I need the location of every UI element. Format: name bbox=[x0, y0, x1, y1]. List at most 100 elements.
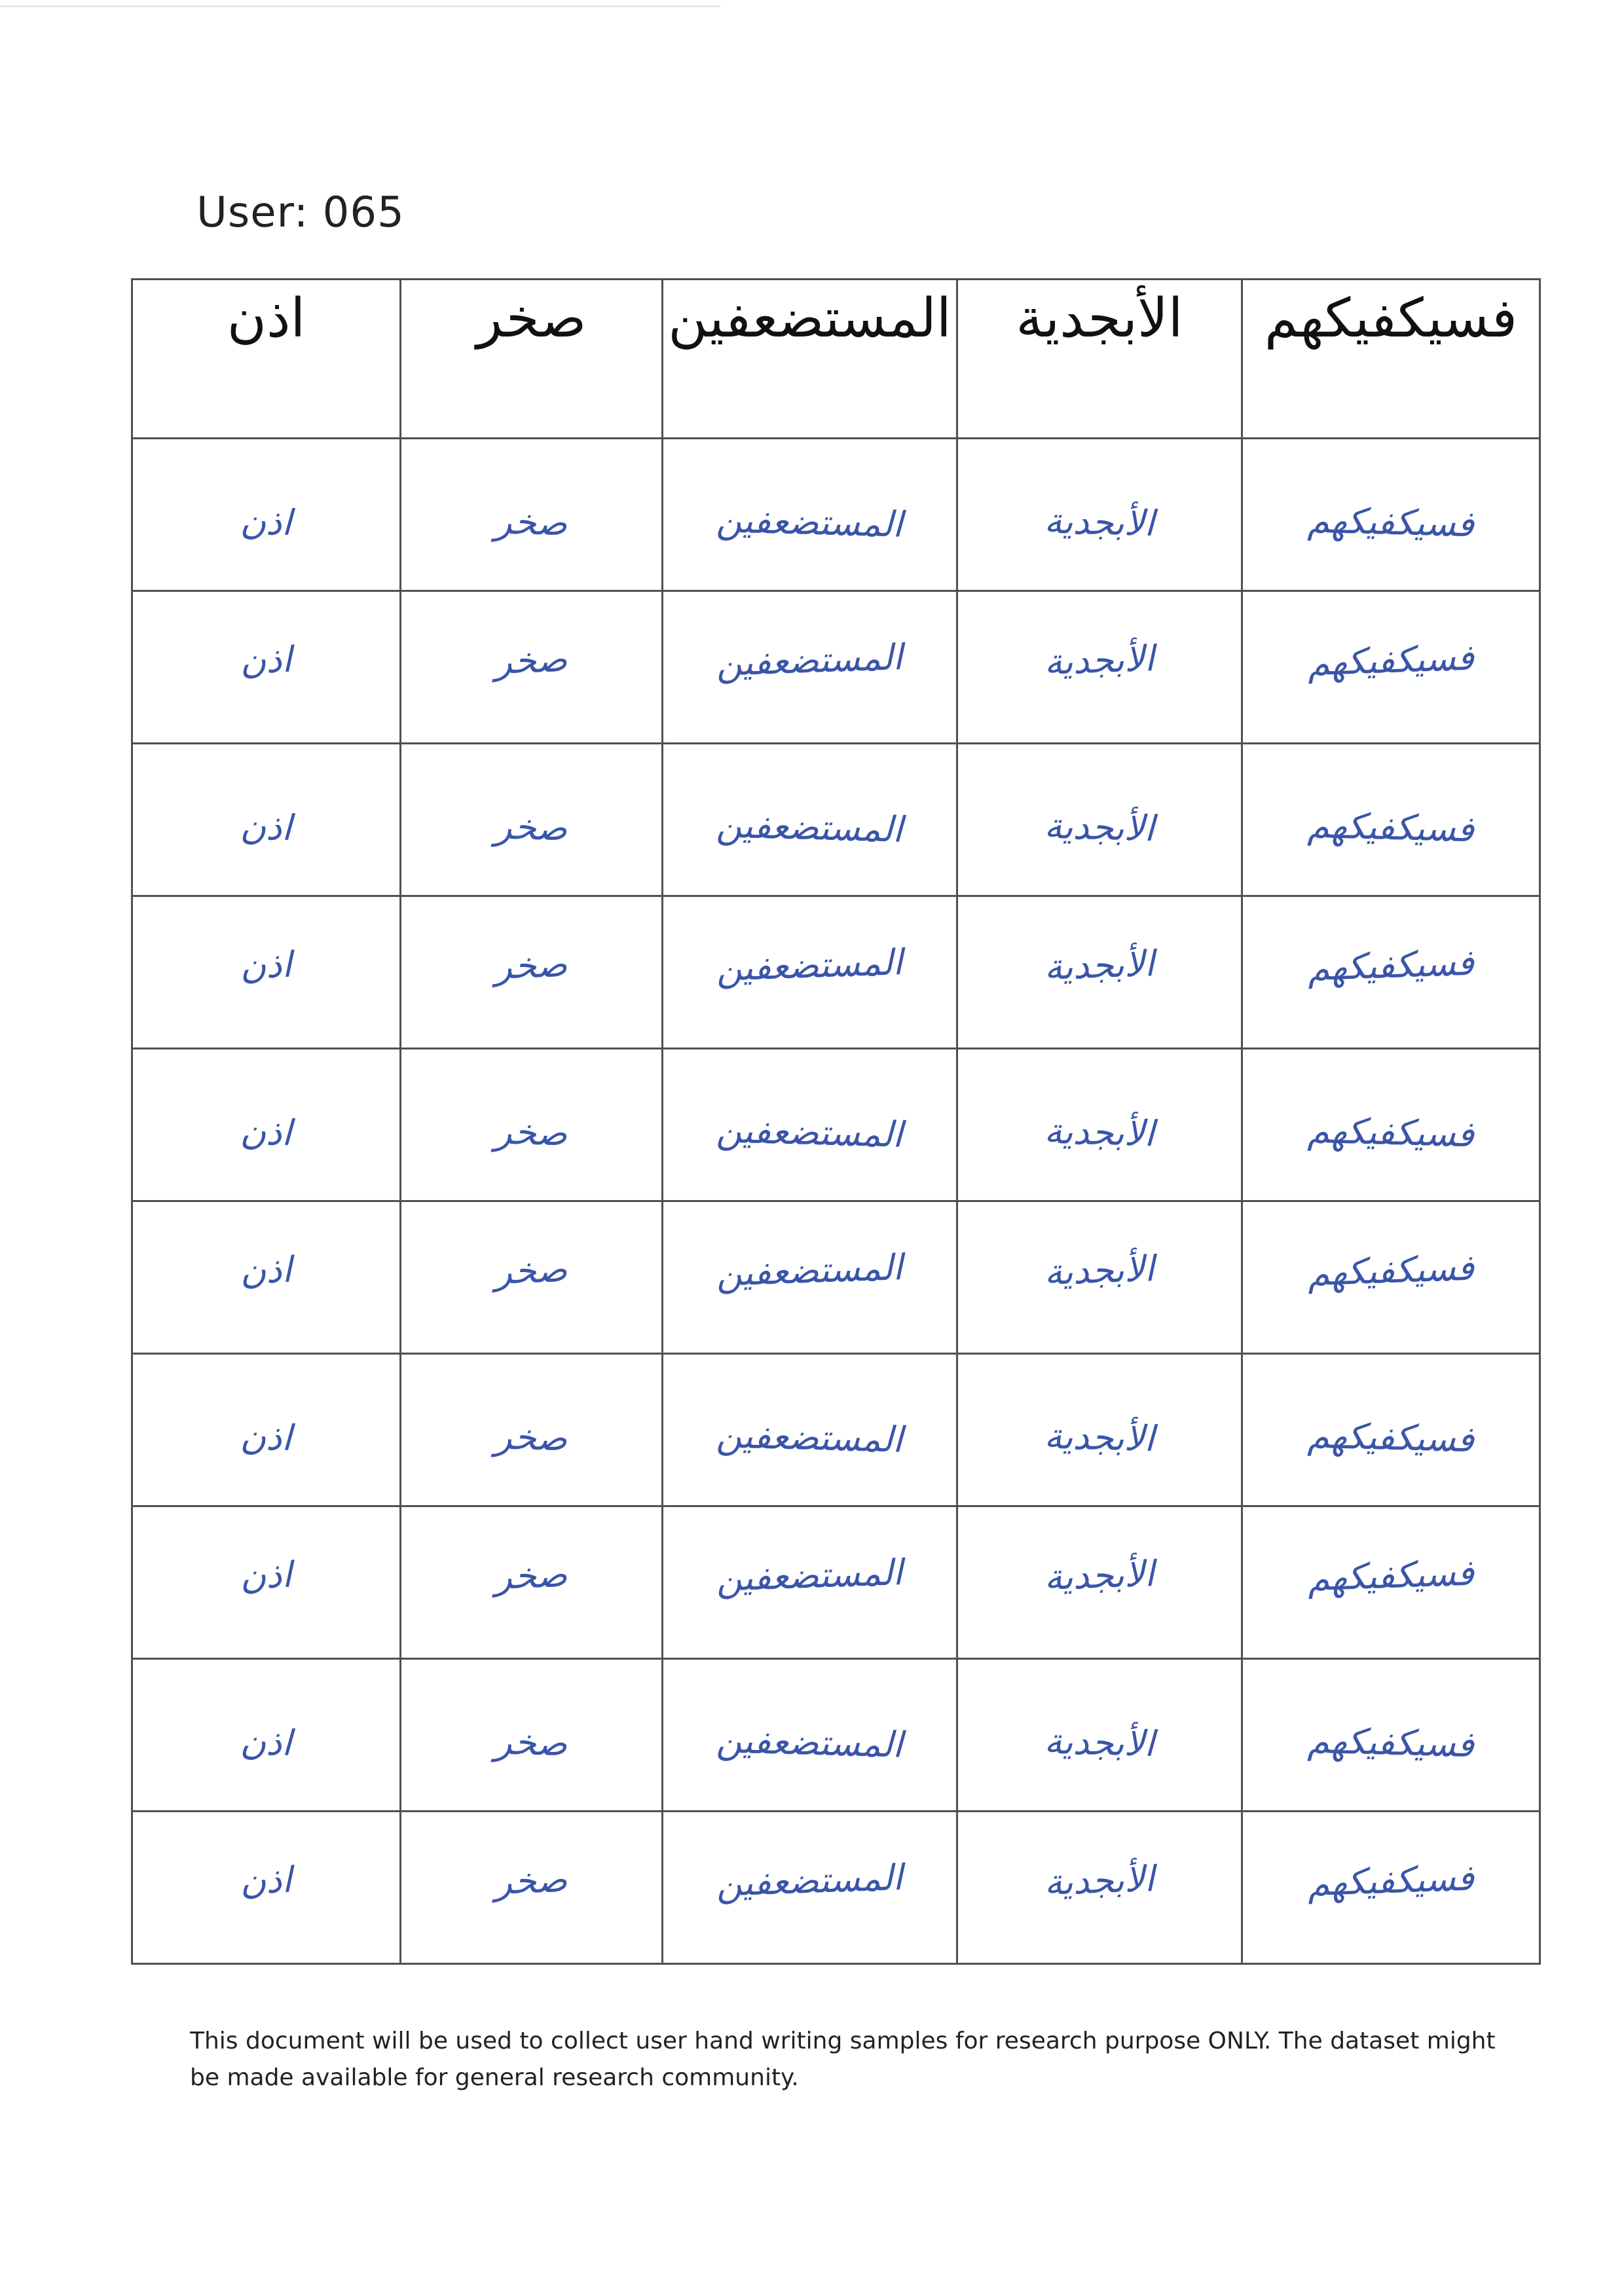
handwritten-word: المستضعفين bbox=[716, 803, 904, 850]
sample-cell: الأبجدية bbox=[956, 742, 1243, 897]
sample-cell: اذن bbox=[131, 895, 401, 1049]
sample-cell: صخر bbox=[399, 1658, 663, 1812]
handwritten-word: الأبجدية bbox=[1043, 500, 1155, 544]
handwritten-word: صخر bbox=[494, 805, 568, 849]
table-row: اذن صخر المستضعفين الأبجدية فسيكفيكهم bbox=[131, 590, 1541, 744]
sample-cell: المستضعفين bbox=[661, 1353, 958, 1507]
table-row: اذن صخر المستضعفين الأبجدية فسيكفيكهم bbox=[131, 1810, 1541, 1965]
handwritten-word: فسيكفيكهم bbox=[1306, 804, 1475, 850]
handwritten-word: المستضعفين bbox=[716, 498, 904, 545]
handwritten-word: فسيكفيكهم bbox=[1306, 1247, 1475, 1294]
handwritten-word: المستضعفين bbox=[715, 941, 904, 989]
handwritten-word: اذن bbox=[239, 1859, 293, 1902]
printed-word: اذن bbox=[227, 287, 306, 350]
handwritten-word: فسيكفيكهم bbox=[1306, 941, 1475, 989]
sample-cell: اذن bbox=[131, 1353, 401, 1507]
research-disclaimer: This document will be used to collect us… bbox=[190, 2028, 1496, 2091]
handwritten-word: المستضعفين bbox=[715, 636, 904, 684]
sample-cell: فسيكفيكهم bbox=[1241, 895, 1541, 1049]
sample-cell: اذن bbox=[131, 1200, 401, 1355]
handwritten-word: صخر bbox=[494, 1248, 568, 1292]
header-cell: فسيكفيكهم bbox=[1241, 278, 1541, 439]
handwritten-word: الأبجدية bbox=[1043, 1110, 1155, 1154]
sample-cell: الأبجدية bbox=[956, 1353, 1243, 1507]
sample-cell: فسيكفيكهم bbox=[1241, 1048, 1541, 1202]
table-row: اذن صخر المستضعفين الأبجدية فسيكفيكهم bbox=[131, 1353, 1541, 1507]
sample-cell: صخر bbox=[399, 1048, 663, 1202]
handwritten-word: الأبجدية bbox=[1043, 1720, 1155, 1764]
table-row: اذن صخر المستضعفين الأبجدية فسيكفيكهم bbox=[131, 1200, 1541, 1355]
scan-edge-mark bbox=[0, 5, 720, 7]
handwritten-word: صخر bbox=[494, 500, 568, 544]
table-header-row: اذن صخر المستضعفين الأبجدية فسيكفيكهم bbox=[131, 278, 1541, 439]
sample-cell: فسيكفيكهم bbox=[1241, 1353, 1541, 1507]
table-row: اذن صخر المستضعفين الأبجدية فسيكفيكهم bbox=[131, 1505, 1541, 1660]
handwritten-word: صخر bbox=[494, 943, 568, 987]
sample-cell: المستضعفين bbox=[661, 742, 958, 897]
table-row: اذن صخر المستضعفين الأبجدية فسيكفيكهم bbox=[131, 437, 1541, 592]
sample-cell: اذن bbox=[131, 1048, 401, 1202]
sample-cell: فسيكفيكهم bbox=[1241, 1505, 1541, 1660]
sample-cell: اذن bbox=[131, 742, 401, 897]
handwritten-word: الأبجدية bbox=[1043, 942, 1155, 988]
sample-cell: فسيكفيكهم bbox=[1241, 1658, 1541, 1812]
handwritten-word: فسيكفيكهم bbox=[1306, 499, 1475, 545]
handwritten-word: الأبجدية bbox=[1043, 1857, 1155, 1903]
sample-cell: اذن bbox=[131, 1505, 401, 1660]
sample-cell: صخر bbox=[399, 1505, 663, 1660]
sample-cell: الأبجدية bbox=[956, 895, 1243, 1049]
sample-cell: الأبجدية bbox=[956, 437, 1243, 592]
sample-cell: الأبجدية bbox=[956, 590, 1243, 744]
handwritten-word: اذن bbox=[239, 1248, 293, 1292]
sample-cell: فسيكفيكهم bbox=[1241, 1200, 1541, 1355]
handwritten-word: اذن bbox=[240, 1415, 293, 1459]
sample-cell: صخر bbox=[399, 895, 663, 1049]
handwritten-word: فسيكفيكهم bbox=[1306, 1552, 1475, 1599]
sample-cell: صخر bbox=[399, 1810, 663, 1965]
handwritten-word: الأبجدية bbox=[1043, 637, 1155, 683]
sample-cell: المستضعفين bbox=[661, 590, 958, 744]
handwritten-word: اذن bbox=[239, 943, 293, 987]
sample-cell: المستضعفين bbox=[661, 1048, 958, 1202]
handwritten-word: صخر bbox=[494, 1415, 568, 1459]
handwritten-word: صخر bbox=[494, 1110, 568, 1154]
printed-word: فسيكفيكهم bbox=[1264, 287, 1518, 350]
table-row: اذن صخر المستضعفين الأبجدية فسيكفيكهم bbox=[131, 1048, 1541, 1202]
handwritten-word: فسيكفيكهم bbox=[1306, 1857, 1475, 1904]
handwritten-word: اذن bbox=[239, 638, 293, 682]
handwritten-word: فسيكفيكهم bbox=[1306, 1109, 1475, 1155]
handwritten-word: صخر bbox=[494, 638, 568, 682]
sample-cell: الأبجدية bbox=[956, 1200, 1243, 1355]
handwriting-sample-table: اذن صخر المستضعفين الأبجدية فسيكفيكهم اذ… bbox=[131, 278, 1541, 1965]
handwritten-word: الأبجدية bbox=[1043, 1415, 1155, 1459]
handwritten-word: المستضعفين bbox=[715, 1551, 904, 1599]
handwritten-word: اذن bbox=[239, 1554, 293, 1597]
sample-cell: المستضعفين bbox=[661, 895, 958, 1049]
user-label: User: 065 bbox=[196, 189, 405, 237]
sample-cell: الأبجدية bbox=[956, 1810, 1243, 1965]
sample-cell: صخر bbox=[399, 742, 663, 897]
sample-cell: صخر bbox=[399, 1200, 663, 1355]
sample-cell: فسيكفيكهم bbox=[1241, 742, 1541, 897]
handwritten-word: فسيكفيكهم bbox=[1306, 1414, 1475, 1460]
sample-cell: فسيكفيكهم bbox=[1241, 437, 1541, 592]
printed-word: الأبجدية bbox=[1016, 287, 1183, 350]
sample-cell: اذن bbox=[131, 1810, 401, 1965]
sample-cell: المستضعفين bbox=[661, 1505, 958, 1660]
header-cell: المستضعفين bbox=[661, 278, 958, 439]
table-row: اذن صخر المستضعفين الأبجدية فسيكفيكهم bbox=[131, 895, 1541, 1049]
handwritten-word: المستضعفين bbox=[715, 1246, 904, 1294]
handwritten-word: المستضعفين bbox=[716, 1413, 904, 1461]
header-cell: اذن bbox=[131, 278, 401, 439]
handwritten-word: الأبجدية bbox=[1043, 805, 1155, 849]
handwritten-word: فسيكفيكهم bbox=[1306, 1719, 1475, 1765]
sample-cell: فسيكفيكهم bbox=[1241, 590, 1541, 744]
sample-cell: اذن bbox=[131, 437, 401, 592]
handwritten-word: المستضعفين bbox=[716, 1719, 904, 1766]
sample-cell: المستضعفين bbox=[661, 1810, 958, 1965]
handwritten-word: صخر bbox=[494, 1858, 568, 1903]
sample-cell: المستضعفين bbox=[661, 1200, 958, 1355]
handwritten-word: الأبجدية bbox=[1043, 1247, 1155, 1293]
handwritten-word: اذن bbox=[240, 805, 293, 848]
sample-cell: اذن bbox=[131, 590, 401, 744]
